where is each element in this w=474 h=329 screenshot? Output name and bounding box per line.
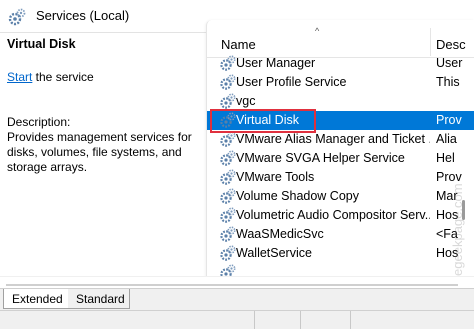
service-detail-pane: Virtual Disk Start the service Descripti… <box>0 33 206 288</box>
service-name-cell: vgc <box>236 94 256 108</box>
status-bar <box>0 310 474 329</box>
column-header-name[interactable]: Name <box>221 37 256 52</box>
service-gear-icon <box>219 131 236 148</box>
services-gear-icon <box>8 8 26 26</box>
table-row[interactable]: WaaSMedicSvc <Fa <box>207 225 474 244</box>
description-label: Description: <box>7 115 71 129</box>
service-gear-icon <box>219 169 236 186</box>
list-column-header: ^ Name Desc <box>207 20 474 58</box>
service-name-cell: VMware SVGA Helper Service <box>236 151 405 165</box>
service-description-cell: Prov <box>436 113 462 127</box>
service-name-cell: VMware Tools <box>236 170 315 184</box>
service-gear-icon <box>219 93 236 110</box>
table-row[interactable]: User Manager User <box>207 54 474 73</box>
table-row[interactable]: VMware Tools Prov <box>207 168 474 187</box>
service-description-cell: This <box>436 75 460 89</box>
sort-ascending-icon: ^ <box>315 26 320 36</box>
window-title: Services (Local) <box>36 8 130 23</box>
start-service-suffix: the service <box>32 70 94 84</box>
start-service-line: Start the service <box>7 70 94 84</box>
service-gear-icon <box>219 207 236 224</box>
service-gear-icon <box>219 245 236 262</box>
table-row[interactable]: VMware Alias Manager and Ticket ... Alia <box>207 130 474 149</box>
tab-extended[interactable]: Extended <box>3 289 69 309</box>
service-name-cell: User Manager <box>236 56 316 70</box>
service-name-cell: VMware Alias Manager and Ticket ... <box>236 132 430 146</box>
service-gear-icon <box>219 112 236 129</box>
service-name-cell: WaaSMedicSvc <box>236 227 324 241</box>
start-service-link[interactable]: Start <box>7 70 32 84</box>
service-name-cell: Volume Shadow Copy <box>236 189 359 203</box>
service-gear-icon <box>219 150 236 167</box>
service-gear-icon <box>219 74 236 91</box>
table-row[interactable]: Volume Shadow Copy Mar <box>207 187 474 206</box>
description-text: Provides management services for disks, … <box>7 130 192 174</box>
table-row[interactable]: Virtual Disk Prov <box>207 111 474 130</box>
table-row[interactable]: User Profile Service This <box>207 73 474 92</box>
service-name-cell: Virtual Disk <box>236 113 299 127</box>
services-list-pane: ^ Name Desc User Manager User User Profile… <box>206 20 474 288</box>
selected-service-name: Virtual Disk <box>7 37 76 51</box>
table-row[interactable]: vgc <box>207 92 474 111</box>
service-gear-icon <box>219 188 236 205</box>
table-row[interactable]: Volumetric Audio Compositor Serv... Hos <box>207 206 474 225</box>
status-bar-divider <box>350 311 351 329</box>
status-bar-divider <box>254 311 255 329</box>
status-bar-divider <box>300 311 301 329</box>
table-row[interactable]: WalletService Hos <box>207 244 474 263</box>
tab-standard[interactable]: Standard <box>68 289 130 309</box>
service-gear-icon <box>219 55 236 72</box>
horizontal-scrollbar-thumb[interactable] <box>6 284 458 286</box>
service-name-cell: Volumetric Audio Compositor Serv... <box>236 208 430 222</box>
column-divider[interactable] <box>430 28 431 56</box>
view-tabs: Extended Standard <box>0 288 474 310</box>
service-description-cell: Alia <box>436 132 457 146</box>
service-name-cell: WalletService <box>236 246 312 260</box>
service-gear-icon <box>219 226 236 243</box>
table-row[interactable]: VMware SVGA Helper Service Hel <box>207 149 474 168</box>
service-description-cell: User <box>436 56 463 70</box>
horizontal-scrollbar[interactable] <box>0 276 474 288</box>
services-list: User Manager User User Profile Service This… <box>207 54 474 282</box>
service-name-cell: User Profile Service <box>236 75 347 89</box>
column-header-description[interactable]: Desc <box>436 37 466 52</box>
